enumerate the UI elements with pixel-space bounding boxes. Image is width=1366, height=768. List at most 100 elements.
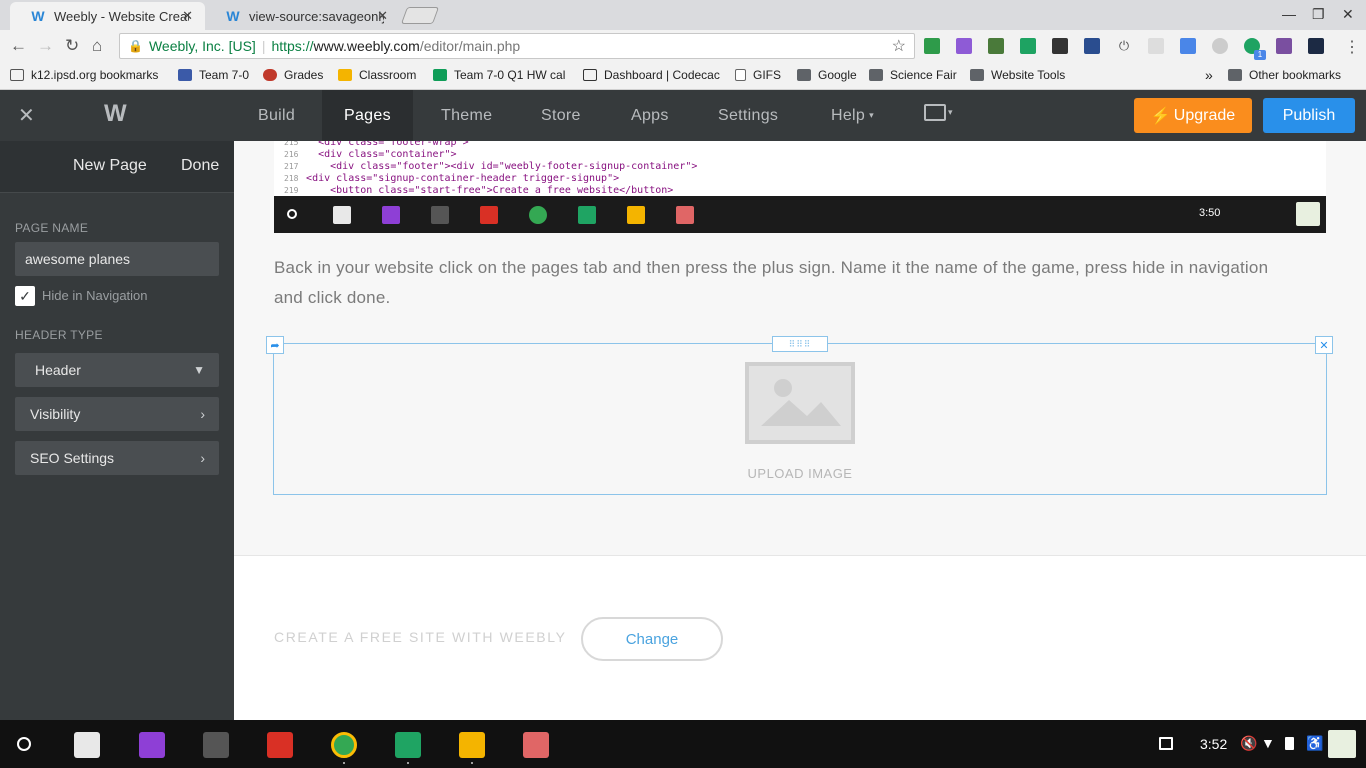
chrome-app-icon[interactable] xyxy=(74,732,100,758)
bookmark-item[interactable]: Website Tools xyxy=(970,68,1065,82)
chrome-icon xyxy=(529,206,547,224)
nav-theme[interactable]: Theme xyxy=(441,90,492,141)
hide-in-navigation-checkbox[interactable]: ✓ xyxy=(15,286,35,306)
image-placeholder-icon[interactable] xyxy=(745,362,855,444)
chrome-icon[interactable] xyxy=(331,732,357,758)
gmail-icon[interactable] xyxy=(267,732,293,758)
translate-extension-icon[interactable] xyxy=(1180,38,1196,54)
maximize-icon[interactable]: ❐ xyxy=(1312,6,1325,23)
bookmark-item[interactable]: Team 7-0 Q1 HW cal xyxy=(433,68,565,82)
tab-view-source[interactable]: W view-source:savageonly. ✕ xyxy=(205,2,400,30)
change-button[interactable]: Change xyxy=(581,617,723,661)
app-icon[interactable] xyxy=(523,732,549,758)
folder-icon xyxy=(797,69,811,81)
bookmark-item[interactable]: Team 7-0 xyxy=(178,68,249,82)
close-tab-icon[interactable]: ✕ xyxy=(182,8,193,24)
accessibility-icon[interactable]: ♿ xyxy=(1306,735,1323,752)
close-window-icon[interactable]: ✕ xyxy=(1342,6,1354,23)
bookmark-item[interactable]: GIFS xyxy=(735,68,781,82)
battery-icon[interactable] xyxy=(1285,737,1294,750)
device-preview-icon[interactable] xyxy=(924,104,946,121)
drive-icon[interactable] xyxy=(395,732,421,758)
close-editor-icon[interactable]: ✕ xyxy=(18,103,35,128)
bookmark-star-icon[interactable]: ☆ xyxy=(892,36,906,56)
bookmark-item[interactable]: Grades xyxy=(263,68,323,82)
avatar[interactable] xyxy=(1328,730,1356,758)
site-identity: Weebly, Inc. [US] xyxy=(148,38,256,54)
other-bookmarks[interactable]: Other bookmarks xyxy=(1228,68,1341,82)
classroom-extension-icon[interactable] xyxy=(924,38,940,54)
page-name-input[interactable]: awesome planes xyxy=(15,242,219,276)
drive-extension-icon[interactable] xyxy=(1020,38,1036,54)
embedded-screenshot-image[interactable]: 215 <div class="footer-wrap"> 216 <div c… xyxy=(274,141,1326,233)
close-tab-icon[interactable]: ✕ xyxy=(377,8,388,24)
caret-down-icon: ▾ xyxy=(869,110,874,120)
publish-button[interactable]: Publish xyxy=(1263,98,1355,133)
caret-down-icon[interactable]: ▾ xyxy=(948,107,953,118)
delete-element-icon[interactable]: ✕ xyxy=(1315,336,1333,354)
nav-build[interactable]: Build xyxy=(258,90,295,141)
link-arrow-icon[interactable]: ➦ xyxy=(266,336,284,354)
weebly-logo-icon[interactable]: W xyxy=(104,100,127,128)
classroom-icon[interactable] xyxy=(459,732,485,758)
bookmark-item[interactable]: Classroom xyxy=(338,68,416,82)
wifi-icon[interactable]: ▼ xyxy=(1261,735,1275,751)
clock[interactable]: 3:52 xyxy=(1200,736,1227,752)
bookmark-item[interactable]: Dashboard | Codecac xyxy=(583,68,720,82)
inner-clock: 3:50 xyxy=(1199,207,1221,219)
chrome-menu-icon[interactable]: ⋮ xyxy=(1344,37,1360,57)
image-element[interactable]: UPLOAD IMAGE xyxy=(273,343,1327,495)
drag-handle[interactable]: ⠿⠿⠿ xyxy=(772,336,828,352)
extension-icon[interactable] xyxy=(988,38,1004,54)
extension-icon[interactable] xyxy=(1212,38,1228,54)
power-extension-icon[interactable]: ⏻ xyxy=(1116,38,1132,54)
nav-apps[interactable]: Apps xyxy=(631,90,669,141)
os-shelf: 3:52 🔇 ▼ ♿ xyxy=(0,720,1366,768)
film-extension-icon[interactable] xyxy=(1052,38,1068,54)
site-footer: CREATE A FREE SITE WITH WEEBLY Change xyxy=(234,555,1366,720)
tab-weebly-editor[interactable]: W Weebly - Website Creatio ✕ xyxy=(10,2,205,30)
upload-image-label[interactable]: UPLOAD IMAGE xyxy=(274,466,1326,481)
nav-store[interactable]: Store xyxy=(541,90,581,141)
book-extension-icon[interactable] xyxy=(1084,38,1100,54)
visibility-row[interactable]: Visibility › xyxy=(15,397,219,431)
bookmark-item[interactable]: Google xyxy=(797,68,857,82)
url-scheme: https:// xyxy=(271,38,314,54)
reload-icon[interactable]: ↻ xyxy=(65,36,79,56)
nav-help[interactable]: Help ▾ xyxy=(831,90,874,141)
gmail-icon xyxy=(480,206,498,224)
app-icon[interactable] xyxy=(139,732,165,758)
lock-icon: 🔒 xyxy=(128,39,143,53)
bookmark-item[interactable]: k12.ipsd.org bookmarks xyxy=(10,68,158,82)
tab-title: view-source:savageonly. xyxy=(249,8,384,24)
instruction-paragraph[interactable]: Back in your website click on the pages … xyxy=(274,253,1284,313)
back-icon[interactable]: ← xyxy=(10,36,27,56)
pdf-extension-icon[interactable] xyxy=(1276,38,1292,54)
home-icon[interactable]: ⌂ xyxy=(92,36,102,56)
puzzle-extension-icon[interactable] xyxy=(956,38,972,54)
bookmarks-overflow-icon[interactable]: » xyxy=(1205,67,1213,83)
mute-icon[interactable]: 🔇 xyxy=(1240,735,1257,752)
lightning-icon: ⚡ xyxy=(1150,107,1171,125)
nav-pages[interactable]: Pages xyxy=(322,90,413,141)
folder-icon xyxy=(970,69,984,81)
new-tab-button[interactable] xyxy=(400,7,440,24)
bookmark-item[interactable]: Science Fair xyxy=(869,68,957,82)
upgrade-button[interactable]: ⚡ Upgrade xyxy=(1134,98,1252,133)
forward-icon[interactable]: → xyxy=(37,36,54,56)
nav-settings[interactable]: Settings xyxy=(718,90,778,141)
done-button[interactable]: Done xyxy=(181,157,219,175)
extension-badge: 1 xyxy=(1254,50,1266,60)
calculator-icon[interactable] xyxy=(203,732,229,758)
launcher-icon[interactable] xyxy=(17,737,31,751)
screenshot-icon[interactable] xyxy=(1159,737,1173,750)
weebly-favicon-icon: W xyxy=(226,8,240,24)
address-bar[interactable]: 🔒 Weebly, Inc. [US] | https:// www.weebl… xyxy=(119,33,915,59)
header-type-select[interactable]: Header ▼ xyxy=(15,353,219,387)
extension-icon[interactable] xyxy=(1148,38,1164,54)
minimize-icon[interactable]: — xyxy=(1282,6,1296,22)
code-line: 217 <div class="footer"><div id="weebly-… xyxy=(284,161,698,172)
seo-settings-row[interactable]: SEO Settings › xyxy=(15,441,219,475)
extension-icon[interactable] xyxy=(1308,38,1324,54)
running-indicator xyxy=(343,762,345,764)
